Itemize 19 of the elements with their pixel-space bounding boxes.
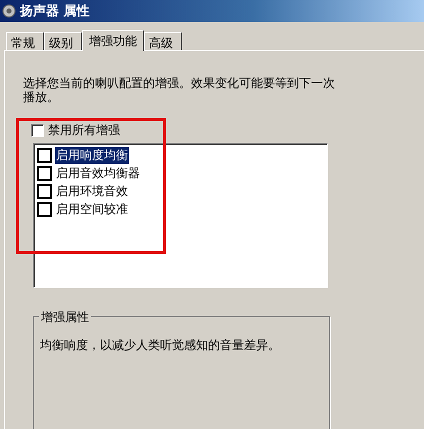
checkbox[interactable] [37,202,52,216]
tab[interactable]: 增强功能 [82,30,144,51]
checkbox[interactable] [37,148,52,162]
list-item[interactable]: 启用环境音效 [55,182,129,200]
speaker-icon [2,4,16,18]
window-title: 扬声器 属性 [20,3,90,20]
tab[interactable]: 高级 [144,32,182,50]
property-description: 均衡响度，以减少人类听觉感知的音量差异。 [40,337,281,354]
list-item[interactable]: 启用响度均衡 [55,146,129,164]
list-item[interactable]: 启用空间较准 [55,200,129,218]
checkbox[interactable] [37,166,52,180]
list-item[interactable]: 启用音效均衡器 [55,164,141,182]
group-title: 增强属性 [39,309,91,326]
checkbox-label: 禁用所有增强 [48,122,120,139]
tab[interactable]: 级别 [44,32,82,50]
description-text: 选择您当前的喇叭配置的增强。效果变化可能要等到下一次播放。 [23,76,336,104]
tab[interactable]: 常规 [6,32,44,50]
checkbox[interactable] [37,184,52,198]
checkbox[interactable] [31,124,44,137]
